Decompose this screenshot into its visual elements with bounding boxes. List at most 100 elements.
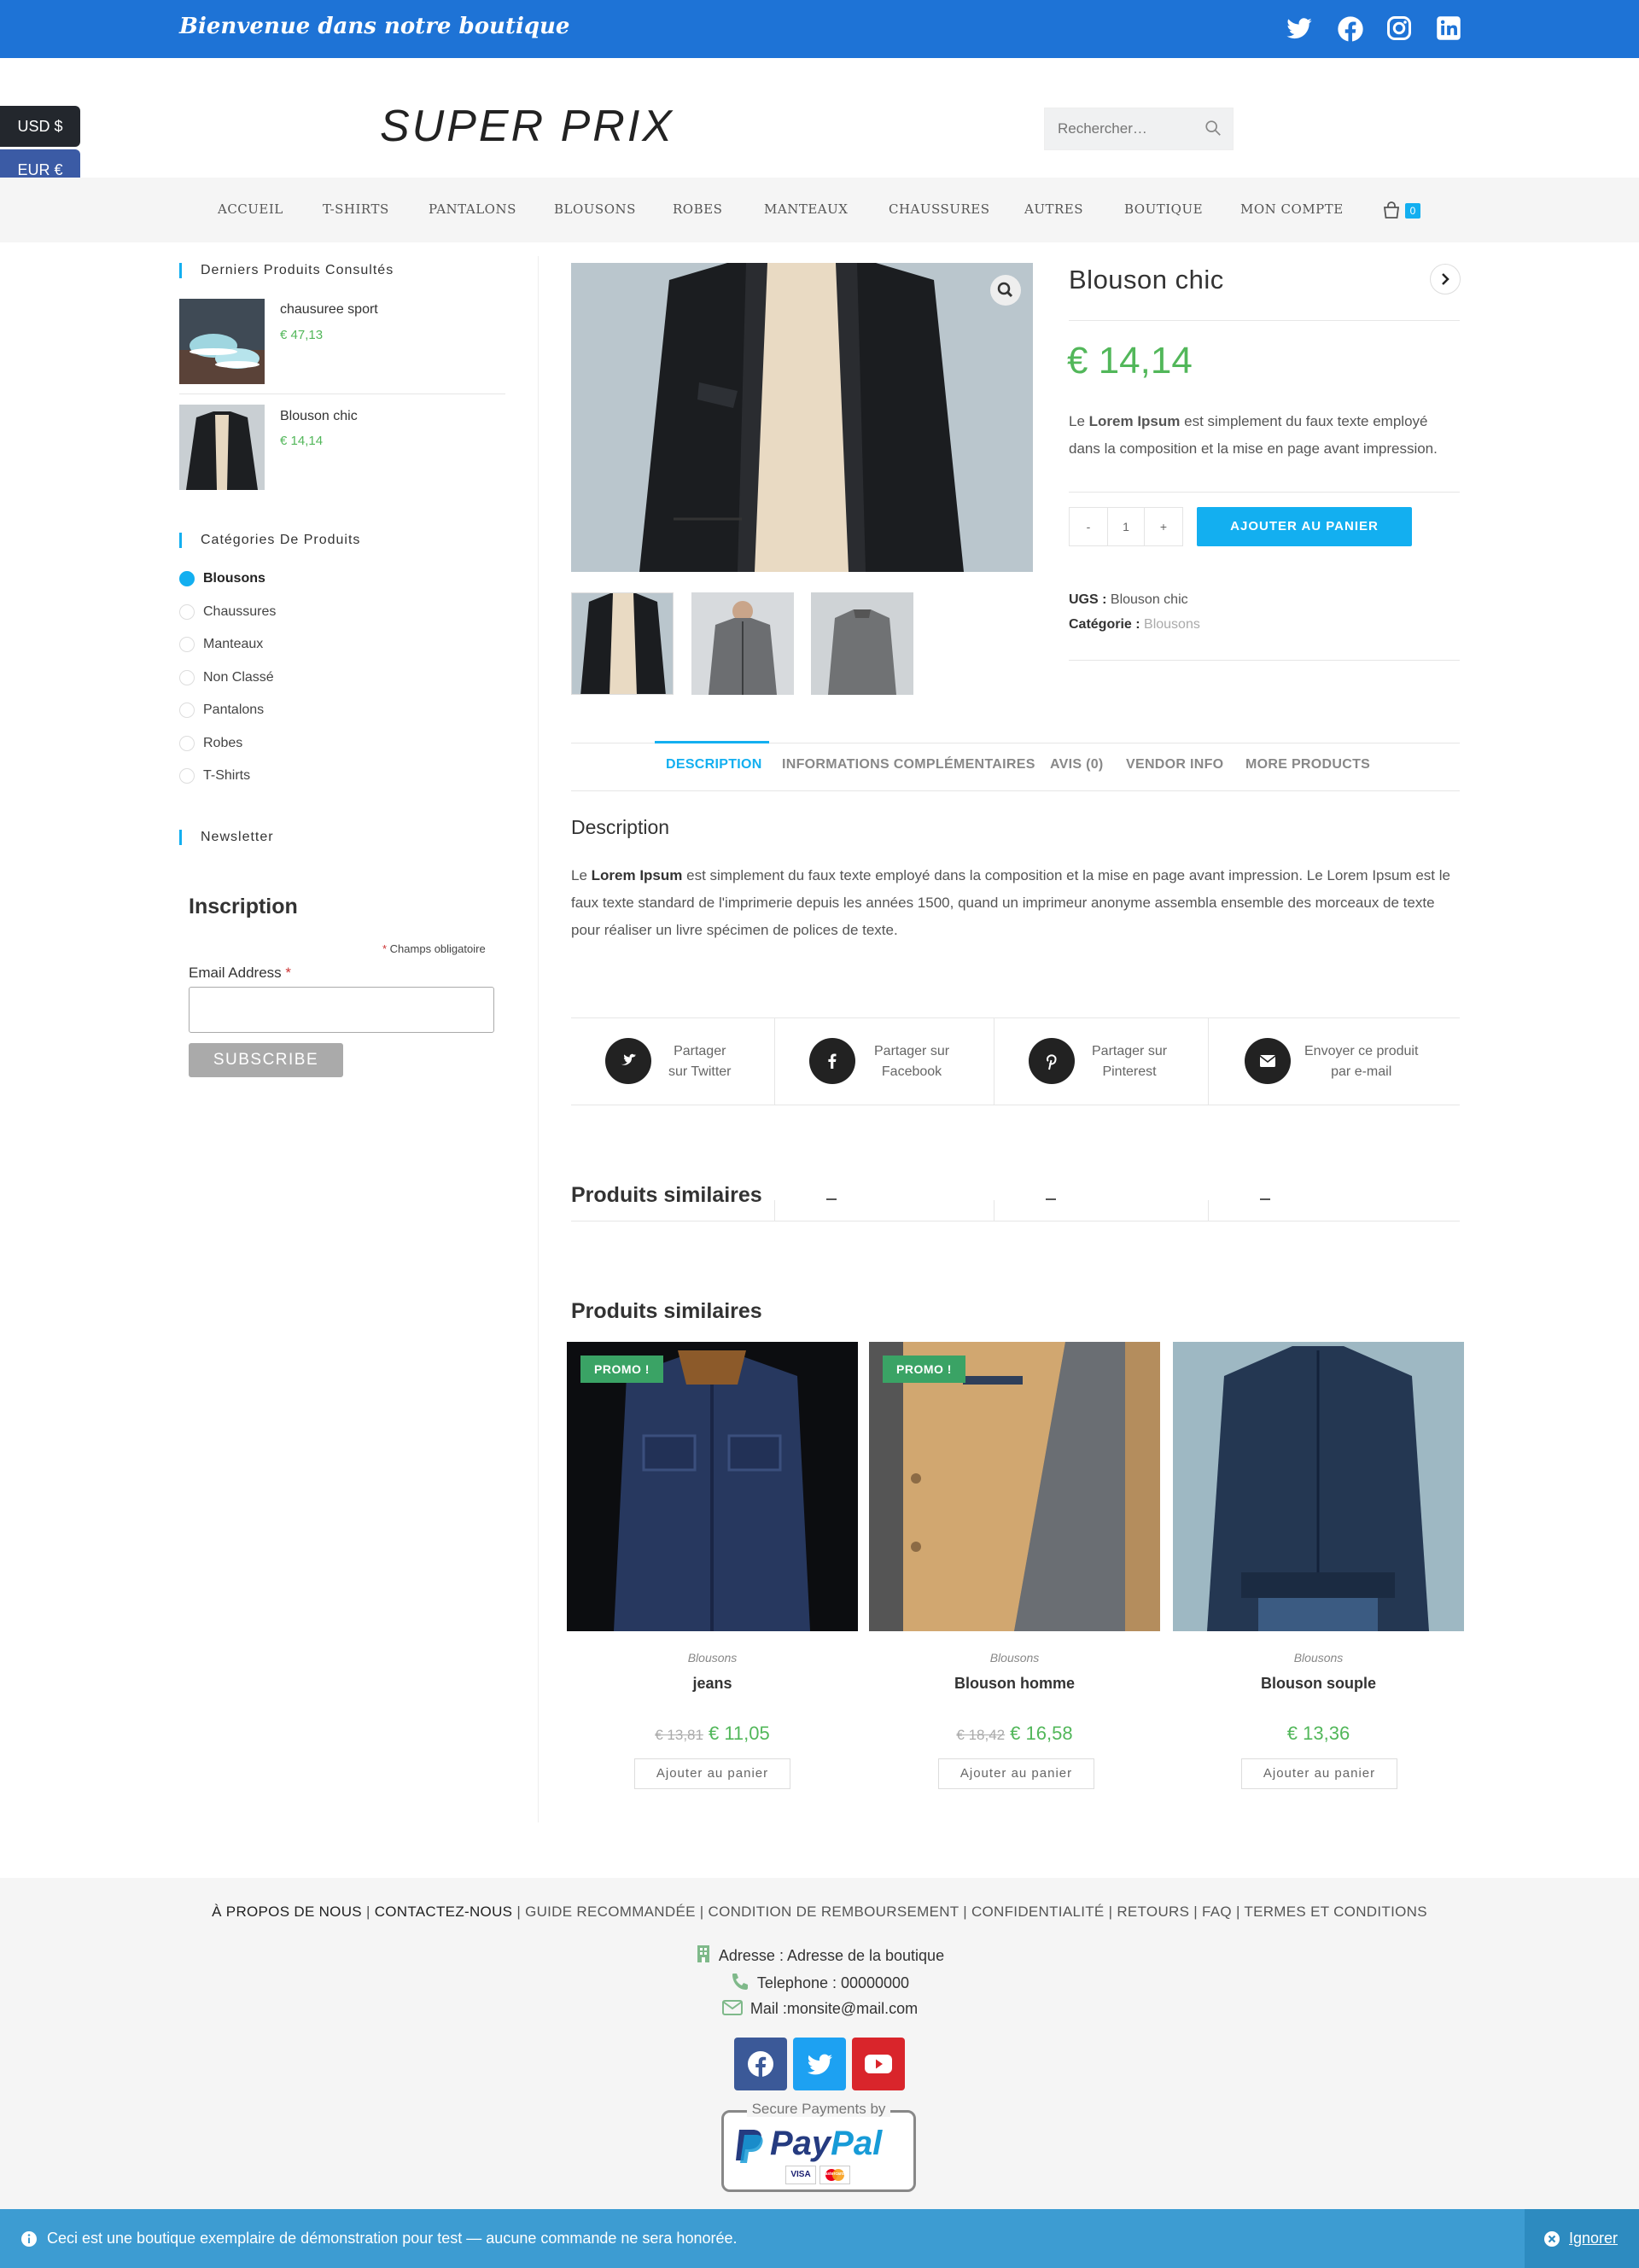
ghost-mark: [1046, 1198, 1056, 1200]
next-product-button[interactable]: [1430, 264, 1461, 294]
share-email[interactable]: Envoyer ce produit par e-mail: [1245, 1017, 1449, 1105]
product-thumb-3[interactable]: [811, 592, 913, 695]
nav-blousons[interactable]: BLOUSONS: [554, 201, 636, 217]
footer-link-faq[interactable]: FAQ: [1202, 1904, 1232, 1920]
share-twitter[interactable]: Partager sur Twitter: [605, 1017, 767, 1105]
recent-product-thumb-sneaker[interactable]: [179, 299, 265, 384]
tab-informations[interactable]: INFORMATIONS COMPLÉMENTAIRES: [782, 757, 1035, 773]
related-product-category[interactable]: Blousons: [869, 1651, 1160, 1665]
divider: [1069, 492, 1460, 493]
nav-mon-compte[interactable]: MON COMPTE: [1240, 201, 1344, 217]
search-box: [1044, 108, 1234, 150]
recent-products-title: Derniers Produits Consultés: [179, 263, 394, 278]
radio[interactable]: [179, 670, 195, 685]
nav-manteaux[interactable]: MANTEAUX: [764, 201, 848, 217]
active-tab-indicator: [655, 741, 769, 743]
related-product-name[interactable]: jeans: [567, 1675, 858, 1693]
related-product-name[interactable]: Blouson souple: [1173, 1675, 1464, 1693]
footer-facebook-button[interactable]: [734, 2038, 787, 2090]
dismiss-notice-button[interactable]: Ignorer: [1525, 2209, 1639, 2268]
nav-autres[interactable]: AUTRES: [1024, 201, 1083, 217]
recent-product-thumb-jacket[interactable]: [179, 405, 265, 490]
share-facebook[interactable]: Partager sur Facebook: [809, 1017, 980, 1105]
add-to-cart-button[interactable]: Ajouter au panier: [1241, 1758, 1397, 1789]
twitter-icon[interactable]: [1285, 15, 1314, 44]
footer-link-about[interactable]: À PROPOS DE NOUS: [212, 1904, 362, 1920]
radio[interactable]: [179, 768, 195, 784]
description-title: Description: [571, 816, 670, 838]
related-product-image-blouson-homme[interactable]: PROMO !: [869, 1342, 1160, 1631]
related-product-category[interactable]: Blousons: [567, 1651, 858, 1665]
email-field[interactable]: [189, 987, 494, 1033]
tab-description[interactable]: DESCRIPTION: [666, 757, 762, 773]
related-product-image-jeans[interactable]: PROMO !: [567, 1342, 858, 1631]
site-logo[interactable]: SUPER PRIX: [380, 101, 674, 152]
qty-input[interactable]: 1: [1107, 507, 1145, 546]
radio[interactable]: [179, 637, 195, 652]
nav-robes[interactable]: ROBES: [673, 201, 722, 217]
tab-avis[interactable]: AVIS (0): [1050, 757, 1104, 773]
footer-link-returns[interactable]: RETOURS: [1117, 1904, 1189, 1920]
building-icon: [697, 1945, 709, 1962]
product-thumb-2[interactable]: [691, 592, 794, 695]
cart-icon[interactable]: [1381, 201, 1402, 219]
footer-links: À PROPOS DE NOUS | CONTACTEZ-NOUS | GUID…: [212, 1904, 1427, 1920]
tab-vendor-info[interactable]: VENDOR INFO: [1126, 757, 1223, 773]
divider: [1069, 660, 1460, 661]
radio[interactable]: [179, 736, 195, 751]
close-icon: [1544, 2231, 1560, 2247]
nav-tshirts[interactable]: T-SHIRTS: [323, 201, 389, 217]
share-pinterest[interactable]: Partager sur Pinterest: [1029, 1017, 1199, 1105]
youtube-icon: [865, 2055, 892, 2073]
footer-link-contact[interactable]: CONTACTEZ-NOUS: [375, 1904, 513, 1920]
paypal-caption-wrap: Secure Payments by: [724, 2101, 913, 2118]
footer-youtube-button[interactable]: [852, 2038, 905, 2090]
footer-address: Adresse : Adresse de la boutique: [0, 1944, 1639, 1965]
related-product-price: € 13,36: [1286, 1723, 1350, 1744]
nav-boutique[interactable]: BOUTIQUE: [1124, 201, 1203, 217]
cart-count-badge[interactable]: 0: [1405, 203, 1420, 219]
top-bar: Bienvenue dans notre boutique: [0, 0, 1639, 58]
paypal-badge: Secure Payments by PayPal VISA mastercar…: [721, 2101, 916, 2192]
instagram-icon[interactable]: [1385, 15, 1414, 44]
description-text: Le Lorem Ipsum est simplement du faux te…: [571, 867, 1450, 938]
product-main-image[interactable]: [571, 263, 1033, 572]
tab-more-products[interactable]: MORE PRODUCTS: [1245, 757, 1370, 773]
related-product-category[interactable]: Blousons: [1173, 1651, 1464, 1665]
add-to-cart-button[interactable]: Ajouter au panier: [938, 1758, 1094, 1789]
footer-link-privacy[interactable]: CONFIDENTIALITÉ: [971, 1904, 1105, 1920]
footer-link-refund[interactable]: CONDITION DE REMBOURSEMENT: [709, 1904, 959, 1920]
add-to-cart-button[interactable]: Ajouter au panier: [634, 1758, 790, 1789]
add-to-cart-button[interactable]: AJOUTER AU PANIER: [1197, 507, 1412, 546]
footer-link-terms[interactable]: TERMES ET CONDITIONS: [1244, 1904, 1426, 1920]
promo-badge: PROMO !: [883, 1356, 965, 1383]
radio[interactable]: [179, 703, 195, 718]
qty-plus-button[interactable]: +: [1144, 507, 1183, 546]
related-product-name[interactable]: Blouson homme: [869, 1675, 1160, 1693]
currency-usd[interactable]: USD $: [0, 106, 80, 147]
subscribe-button[interactable]: SUBSCRIBE: [189, 1043, 343, 1077]
linkedin-icon[interactable]: [1434, 15, 1463, 44]
footer-link-guide[interactable]: GUIDE RECOMMANDÉE: [525, 1904, 696, 1920]
recent-product-name[interactable]: chausuree sport: [280, 302, 378, 318]
search-icon[interactable]: [1204, 119, 1222, 137]
recent-product-name[interactable]: Blouson chic: [280, 409, 358, 424]
divider: [774, 1200, 775, 1221]
email-label: Email Address *: [189, 965, 292, 981]
facebook-icon[interactable]: [1336, 15, 1365, 44]
category-link[interactable]: Blousons: [1144, 617, 1200, 632]
nav-accueil[interactable]: ACCUEIL: [218, 201, 283, 217]
nav-chaussures[interactable]: CHAUSSURES: [889, 201, 989, 217]
related-ghost-title: Produits similaires: [571, 1183, 762, 1204]
radio[interactable]: [179, 604, 195, 620]
nav-pantalons[interactable]: PANTALONS: [429, 201, 516, 217]
qty-minus-button[interactable]: -: [1069, 507, 1108, 546]
search-input[interactable]: [1045, 108, 1199, 149]
product-thumb-1[interactable]: [571, 592, 674, 695]
phone-icon: [732, 1974, 748, 1990]
footer-twitter-button[interactable]: [793, 2038, 846, 2090]
related-product-image-blouson-souple[interactable]: [1173, 1342, 1464, 1631]
radio-selected[interactable]: [179, 571, 195, 586]
store-notice-bar: Ceci est une boutique exemplaire de démo…: [0, 2209, 1639, 2268]
zoom-button[interactable]: [990, 275, 1021, 306]
